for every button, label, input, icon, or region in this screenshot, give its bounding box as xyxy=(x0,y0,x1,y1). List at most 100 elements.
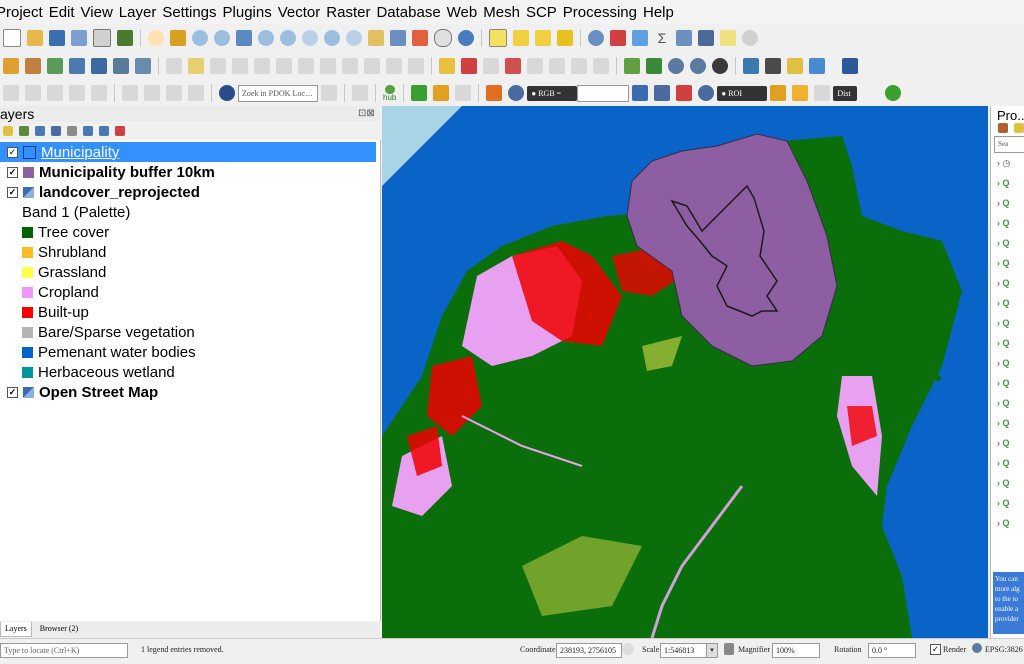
shield-icon[interactable] xyxy=(352,85,368,101)
render-checkbox[interactable]: ✓ xyxy=(930,644,941,655)
add-vector-layer-icon[interactable] xyxy=(3,58,19,74)
rgb-select[interactable] xyxy=(577,84,630,102)
menu-layer[interactable]: Layer xyxy=(119,4,163,21)
layer-checkbox[interactable]: ✓ xyxy=(7,186,18,198)
zoom-native-icon[interactable] xyxy=(302,30,318,46)
toolbox-item[interactable]: › Q xyxy=(997,333,1024,353)
pan-hand-icon[interactable] xyxy=(148,30,164,46)
scp-reset-icon[interactable] xyxy=(814,85,831,101)
pdok-search-input[interactable]: Zoek in PDOK Loc… xyxy=(238,84,318,102)
deselect-icon[interactable] xyxy=(535,30,551,46)
toolbox-search-input[interactable]: Sea xyxy=(994,136,1024,153)
toolbox-item[interactable]: › Q xyxy=(997,213,1024,233)
layer-checkbox[interactable]: ✓ xyxy=(7,146,18,158)
menu-vector[interactable]: Vector xyxy=(278,4,327,21)
pan-to-selection-icon[interactable] xyxy=(170,30,186,46)
toolbox-item[interactable]: › Q xyxy=(997,413,1024,433)
vertex-editor-icon[interactable] xyxy=(122,85,138,101)
coordinate-input[interactable]: 238193, 2756105 xyxy=(556,643,622,658)
magnifier-input[interactable]: 100% xyxy=(772,643,820,658)
clear-search-icon[interactable] xyxy=(321,85,337,101)
select-location-icon[interactable] xyxy=(557,30,573,46)
toolbox-item[interactable]: › Q xyxy=(997,493,1024,513)
toolbox-item[interactable]: › Q xyxy=(997,393,1024,413)
save-project-icon[interactable] xyxy=(49,30,65,46)
crs-label[interactable]: EPSG:3826 xyxy=(985,645,1023,654)
menu-edit[interactable]: Edit xyxy=(49,4,81,21)
identify-icon[interactable] xyxy=(588,30,604,46)
rotation-input[interactable]: 0.0 ° xyxy=(868,643,916,658)
graph-icon[interactable] xyxy=(809,58,825,74)
menu-processing[interactable]: Processing xyxy=(563,4,643,21)
menu-help[interactable]: Help xyxy=(643,4,680,21)
map-canvas[interactable] xyxy=(382,106,988,638)
menu-mesh[interactable]: Mesh xyxy=(483,4,526,21)
open-project-icon[interactable] xyxy=(27,30,43,46)
scp-dock-icon[interactable] xyxy=(486,85,503,101)
save-layer-edits-icon[interactable] xyxy=(210,58,226,74)
collapse-all-icon[interactable] xyxy=(99,126,109,136)
menu-web[interactable]: Web xyxy=(447,4,484,21)
scp-settings-icon[interactable] xyxy=(455,85,472,101)
menu-view[interactable]: View xyxy=(81,4,119,21)
remove-layer-icon[interactable] xyxy=(115,126,125,136)
change-label-icon[interactable] xyxy=(571,58,587,74)
shape-digitizing-icon[interactable] xyxy=(69,85,85,101)
tab-layers[interactable]: Layers xyxy=(0,622,32,637)
layer-row-osm[interactable]: ✓ Open Street Map xyxy=(0,382,380,402)
scp-search-icon[interactable] xyxy=(411,85,428,101)
expand-all-icon[interactable] xyxy=(83,126,93,136)
save-as-icon[interactable] xyxy=(71,30,87,46)
toolbox-icon[interactable] xyxy=(998,123,1008,133)
rotate-label-icon[interactable] xyxy=(549,58,565,74)
toolbox-item[interactable]: › Q xyxy=(997,193,1024,213)
zoom-full-icon[interactable] xyxy=(236,30,252,46)
toggle-edit-icon[interactable] xyxy=(188,58,204,74)
toolbox-item[interactable]: › Q xyxy=(997,373,1024,393)
scp-band-set-icon[interactable] xyxy=(624,58,640,74)
pdok-locator-icon[interactable] xyxy=(219,85,235,101)
split-icon[interactable] xyxy=(166,85,182,101)
scp-roi-zoom-icon[interactable] xyxy=(698,85,715,101)
manage-visibility-icon[interactable] xyxy=(35,126,45,136)
copy-features-icon[interactable] xyxy=(342,58,358,74)
toolbox-item[interactable]: › Q xyxy=(997,453,1024,473)
lock-icon[interactable] xyxy=(724,643,734,655)
layer-row-buffer[interactable]: ✓ Municipality buffer 10km xyxy=(0,162,380,182)
show-hide-label-icon[interactable] xyxy=(593,58,609,74)
add-raster-layer-icon[interactable] xyxy=(25,58,41,74)
scp-bandcalc-icon[interactable] xyxy=(712,58,728,74)
layer-checkbox[interactable]: ✓ xyxy=(7,386,18,398)
scale-input[interactable]: 1:546813 xyxy=(660,643,712,658)
zoom-next-icon[interactable] xyxy=(346,30,362,46)
scp-preview-icon[interactable] xyxy=(690,58,706,74)
undo-icon[interactable] xyxy=(386,58,402,74)
refresh-icon[interactable] xyxy=(458,30,474,46)
python-icon[interactable] xyxy=(743,58,759,74)
merge-icon[interactable] xyxy=(188,85,204,101)
toolbox-settings-icon[interactable] xyxy=(1014,123,1024,133)
locator-input[interactable]: Type to locate (Ctrl+K) xyxy=(0,643,128,658)
toolbox-item[interactable]: › Q xyxy=(997,513,1024,533)
new-map-view-icon[interactable] xyxy=(368,30,384,46)
toolbox-item[interactable]: › Q xyxy=(997,253,1024,273)
new-project-icon[interactable] xyxy=(3,29,21,47)
toggle-extents-icon[interactable] xyxy=(622,643,634,655)
toolbox-item[interactable]: › Q xyxy=(997,273,1024,293)
temporal-controller-icon[interactable] xyxy=(390,30,406,46)
toolbox-item[interactable]: › Q xyxy=(997,313,1024,333)
layer-checkbox[interactable]: ✓ xyxy=(7,166,18,178)
zoom-to-selection-icon[interactable] xyxy=(258,30,274,46)
layer-row-landcover[interactable]: ✓ landcover_reprojected xyxy=(0,182,380,202)
globe-icon[interactable] xyxy=(972,643,982,653)
menu-settings[interactable]: Settings xyxy=(162,4,222,21)
save-edits-icon[interactable] xyxy=(91,58,107,74)
scp-triangle-icon[interactable] xyxy=(646,58,662,74)
processing-toolbox-icon[interactable] xyxy=(632,30,648,46)
zoom-in-icon[interactable] xyxy=(192,30,208,46)
menu-raster[interactable]: Raster xyxy=(326,4,376,21)
select-by-value-icon[interactable] xyxy=(513,30,529,46)
annotation-icon[interactable] xyxy=(742,30,758,46)
print-layout-icon[interactable] xyxy=(93,29,111,47)
menu-database[interactable]: Database xyxy=(376,4,446,21)
